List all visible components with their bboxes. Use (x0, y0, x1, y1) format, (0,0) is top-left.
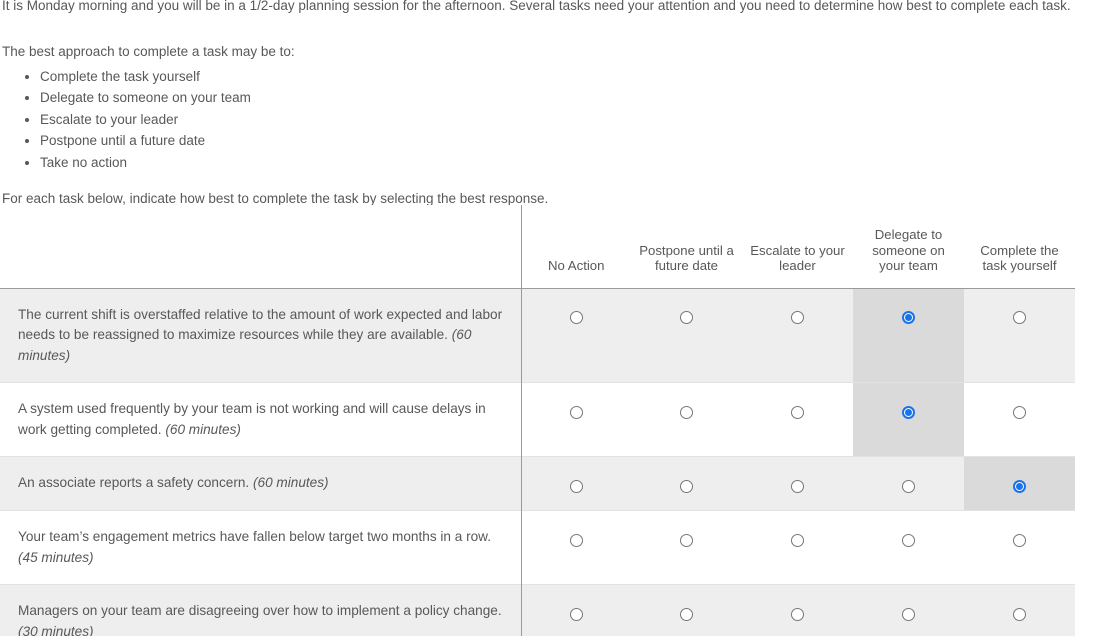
radio-button[interactable] (902, 480, 915, 494)
radio-button[interactable] (680, 480, 693, 494)
question-text-cell: A system used frequently by your team is… (0, 382, 522, 457)
matrix-question-table: No Action Postpone until a future date E… (0, 205, 1075, 636)
table-row: An associate reports a safety concern. (… (0, 456, 1075, 511)
radio-button[interactable] (1013, 608, 1026, 622)
question-text: The current shift is overstaffed relativ… (18, 306, 503, 343)
radio-button[interactable] (902, 534, 915, 547)
radio-cell[interactable] (521, 383, 631, 457)
approach-lead-text: The best approach to complete a task may… (2, 44, 295, 59)
question-text-cell: The current shift is overstaffed relativ… (0, 288, 522, 383)
radio-button[interactable] (680, 608, 693, 622)
radio-cell[interactable] (964, 585, 1075, 636)
question-text-cell: Managers on your team are disagreeing ov… (0, 584, 522, 636)
intro-spacer (2, 14, 1099, 42)
radio-button[interactable] (680, 406, 693, 420)
radio-button[interactable] (1013, 534, 1026, 547)
radio-cell[interactable] (964, 456, 1075, 511)
question-text: Managers on your team are disagreeing ov… (18, 603, 502, 619)
table-row: Your team’s engagement metrics have fall… (0, 510, 1075, 585)
column-header-escalate: Escalate to your leader (742, 205, 853, 288)
radio-button[interactable] (569, 311, 583, 325)
question-text: Your team’s engagement metrics have fall… (18, 529, 492, 545)
radio-button[interactable] (569, 608, 583, 622)
radio-cell[interactable] (853, 457, 964, 511)
question-text: A system used frequently by your team is… (18, 401, 486, 437)
list-item: Postpone until a future date (40, 130, 1099, 152)
radio-button-selected[interactable] (1013, 480, 1026, 494)
question-duration: (45 minutes) (18, 549, 94, 565)
radio-cell[interactable] (742, 457, 853, 511)
column-header-delegate: Delegate to someone on your team (853, 205, 964, 288)
radio-button-selected[interactable] (902, 311, 915, 325)
table-row: Managers on your team are disagreeing ov… (0, 584, 1075, 636)
radio-button[interactable] (791, 480, 804, 494)
scenario-text: It is Monday morning and you will be in … (2, 0, 1071, 13)
matrix-header: No Action Postpone until a future date E… (0, 205, 1075, 288)
radio-button[interactable] (680, 311, 693, 325)
radio-button[interactable] (1013, 311, 1026, 325)
list-item: Complete the task yourself (40, 66, 1099, 88)
table-row: A system used frequently by your team is… (0, 382, 1075, 457)
radio-cell[interactable] (521, 457, 631, 511)
approach-list: Complete the task yourself Delegate to s… (2, 66, 1099, 174)
question-text-cell: An associate reports a safety concern. (… (0, 456, 522, 511)
header-row: No Action Postpone until a future date E… (0, 205, 1075, 288)
question-duration: (60 minutes) (253, 475, 329, 491)
radio-cell[interactable] (631, 511, 742, 585)
radio-cell[interactable] (631, 457, 742, 511)
radio-cell[interactable] (521, 585, 631, 636)
radio-button[interactable] (680, 534, 693, 547)
assessment-page: It is Monday morning and you will be in … (0, 0, 1107, 636)
radio-button[interactable] (791, 311, 804, 325)
radio-cell[interactable] (521, 511, 631, 585)
radio-cell[interactable] (853, 585, 964, 636)
radio-cell[interactable] (964, 288, 1075, 383)
radio-cell[interactable] (964, 511, 1075, 585)
radio-button[interactable] (569, 406, 583, 420)
column-header-no-action: No Action (521, 205, 631, 288)
column-header-complete: Complete the task yourself (964, 205, 1075, 288)
radio-button[interactable] (791, 608, 804, 622)
radio-button-selected[interactable] (902, 406, 915, 420)
radio-cell[interactable] (964, 383, 1075, 457)
matrix-body: The current shift is overstaffed relativ… (0, 288, 1075, 636)
radio-button[interactable] (569, 534, 583, 547)
question-column-header (0, 205, 522, 288)
radio-cell[interactable] (631, 585, 742, 636)
column-header-postpone: Postpone until a future date (631, 205, 742, 288)
radio-button[interactable] (569, 480, 583, 494)
radio-button[interactable] (791, 534, 804, 547)
question-duration: (30 minutes) (18, 623, 94, 636)
question-duration: (60 minutes) (165, 421, 241, 437)
radio-cell[interactable] (631, 288, 742, 383)
question-text: An associate reports a safety concern. (18, 475, 250, 491)
list-item: Delegate to someone on your team (40, 87, 1099, 109)
matrix-table: No Action Postpone until a future date E… (0, 205, 1075, 636)
radio-cell[interactable] (853, 382, 964, 457)
table-row: The current shift is overstaffed relativ… (0, 288, 1075, 383)
intro-section: It is Monday morning and you will be in … (0, 0, 1107, 209)
radio-button[interactable] (902, 608, 915, 622)
radio-cell[interactable] (853, 288, 964, 383)
radio-button[interactable] (1013, 406, 1026, 420)
list-item: Take no action (40, 152, 1099, 174)
list-item: Escalate to your leader (40, 109, 1099, 131)
radio-cell[interactable] (521, 288, 631, 383)
radio-cell[interactable] (742, 383, 853, 457)
radio-cell[interactable] (742, 585, 853, 636)
radio-cell[interactable] (742, 288, 853, 383)
radio-cell[interactable] (631, 383, 742, 457)
radio-button[interactable] (791, 406, 804, 420)
radio-cell[interactable] (853, 511, 964, 585)
question-text-cell: Your team’s engagement metrics have fall… (0, 510, 522, 585)
radio-cell[interactable] (742, 511, 853, 585)
